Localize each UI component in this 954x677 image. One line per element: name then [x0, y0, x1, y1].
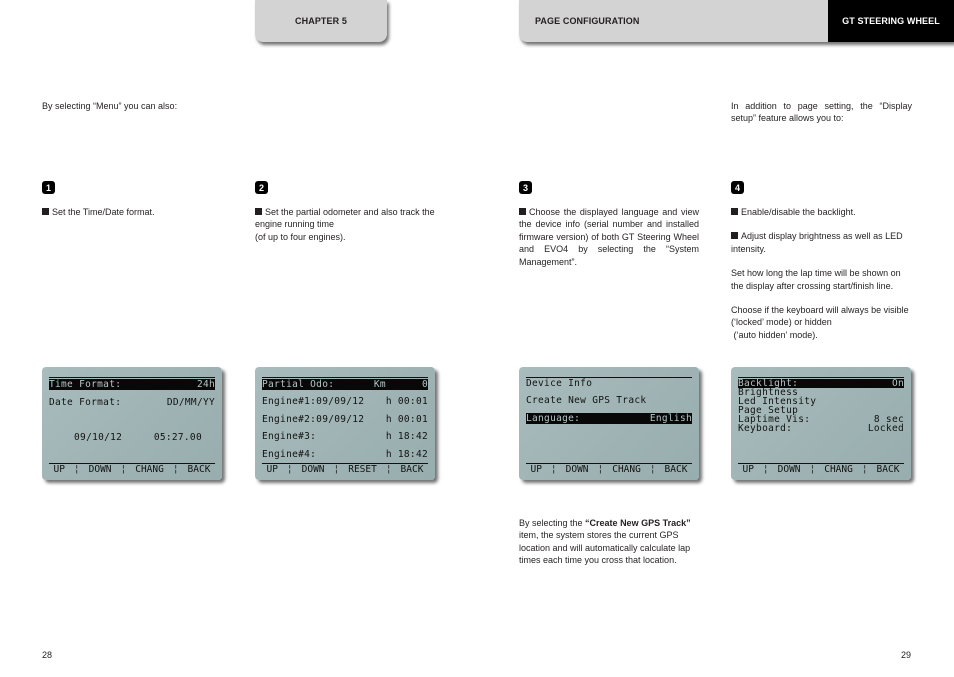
lcd-row-selected: Time Format: 24h — [49, 379, 215, 390]
step-1-paragraph: Set the Time/Date format. — [42, 206, 227, 218]
softkey-chang[interactable]: CHANG — [135, 464, 164, 476]
intro-left: By selecting “Menu” you can also: — [42, 101, 178, 111]
gps-track-note: By selecting the “Create New GPS Track” … — [519, 518, 691, 566]
step-3-text: Choose the displayed language and view t… — [519, 206, 699, 268]
softkey-down[interactable]: DOWN — [566, 464, 589, 476]
step-badge-3: 3 — [519, 181, 532, 194]
lcd-screen-odometer: Partial Odo: Km 0 Engine#1:09/09/12 h 00:0… — [255, 367, 435, 480]
step-badge-1: 1 — [42, 181, 55, 194]
bullet-square-icon — [731, 208, 738, 215]
softkey-down[interactable]: DOWN — [89, 464, 112, 476]
lcd-softkeys: UP ¦ DOWN ¦ CHANG ¦ BACK — [53, 464, 211, 476]
softkey-back[interactable]: BACK — [188, 464, 211, 476]
step-3-paragraph: Choose the displayed language and view t… — [519, 207, 699, 267]
step-4-paragraph-laptime: Set how long the lap time will be shown … — [731, 268, 901, 291]
lcd-row-selected: Language: English — [526, 413, 692, 424]
softkey-back[interactable]: BACK — [877, 464, 900, 476]
softkey-up[interactable]: UP — [530, 464, 541, 476]
softkey-back[interactable]: BACK — [665, 464, 688, 476]
lcd-row: Engine#3: h 18:42 — [262, 431, 428, 442]
bullet-square-icon — [255, 208, 262, 215]
step-2-text: Set the partial odometer and also track … — [255, 206, 440, 243]
section-tab: PAGE CONFIGURATION GT STEERING WHEEL — [519, 0, 954, 42]
bullet-square-icon — [519, 208, 526, 215]
intro-right: In addition to page setting, the “Displa… — [731, 101, 912, 124]
softkey-down[interactable]: DOWN — [302, 464, 325, 476]
lcd-row: Create New GPS Track — [526, 395, 647, 406]
step-badge-4: 4 — [731, 181, 744, 194]
step-4-paragraph-keyboard-cont: (‘auto hidden’ mode). — [731, 329, 818, 340]
lcd-row: Date Format: DD/MM/YY — [49, 397, 215, 408]
softkey-up[interactable]: UP — [266, 464, 277, 476]
lcd-row: Engine#2:09/09/12 h 00:01 — [262, 414, 428, 425]
product-label: GT STEERING WHEEL — [828, 0, 954, 42]
chapter-tab: CHAPTER 5 — [255, 0, 387, 42]
lcd-row-selected: Partial Odo: Km 0 — [262, 379, 428, 390]
step-2-paragraph-cont: (of up to four engines). — [255, 231, 346, 242]
lcd-divider — [262, 377, 428, 378]
softkey-chang[interactable]: CHANG — [824, 464, 853, 476]
softkey-chang[interactable]: CHANG — [612, 464, 641, 476]
softkey-up[interactable]: UP — [53, 464, 64, 476]
lcd-softkeys: UP ¦ DOWN ¦ RESET ¦ BACK — [266, 464, 424, 476]
page-number-right: 29 — [901, 650, 912, 660]
softkey-up[interactable]: UP — [742, 464, 753, 476]
softkey-down[interactable]: DOWN — [778, 464, 801, 476]
step-4-text: Enable/disable the backlight. Adjust dis… — [731, 206, 914, 341]
lcd-row: Engine#1:09/09/12 h 00:01 — [262, 396, 428, 407]
softkey-reset[interactable]: RESET — [348, 464, 377, 476]
lcd-screen-system: Device Info Create New GPS Track Languag… — [519, 367, 699, 480]
step-badge-2: 2 — [255, 181, 268, 194]
step-2-paragraph: Set the partial odometer and also track … — [255, 207, 435, 230]
step-4-paragraph-brightness: Adjust display brightness as well as LED… — [731, 231, 903, 254]
lcd-row: Keyboard: Locked — [738, 423, 904, 434]
lcd-divider — [49, 377, 215, 378]
lcd-softkeys: UP ¦ DOWN ¦ CHANG ¦ BACK — [742, 464, 900, 476]
bullet-square-icon — [731, 232, 738, 240]
step-4-paragraph-keyboard: Choose if the keyboard will always be vi… — [731, 305, 909, 328]
page-number-left: 28 — [42, 650, 53, 660]
step-1-text: Set the Time/Date format. — [42, 206, 227, 218]
softkey-back[interactable]: BACK — [401, 464, 424, 476]
lcd-screen-display-setup: Backlight: On Brightness Led Intensity Pa… — [731, 367, 911, 480]
lcd-screen-time-date: Time Format: 24h Date Format: DD/MM/YY 09/… — [42, 367, 222, 480]
step-4-paragraph-backlight: Enable/disable the backlight. — [731, 206, 914, 218]
lcd-row-datetime: 09/10/12 05:27.00 — [62, 432, 208, 443]
gps-track-emphasis: “Create New GPS Track” — [585, 518, 691, 528]
lcd-row: Device Info — [526, 378, 593, 389]
lcd-row: Engine#4: h 18:42 — [262, 449, 428, 460]
chapter-label: CHAPTER 5 — [295, 16, 347, 26]
bullet-square-icon — [42, 208, 49, 215]
section-label: PAGE CONFIGURATION — [535, 16, 640, 26]
lcd-softkeys: UP ¦ DOWN ¦ CHANG ¦ BACK — [530, 464, 688, 476]
